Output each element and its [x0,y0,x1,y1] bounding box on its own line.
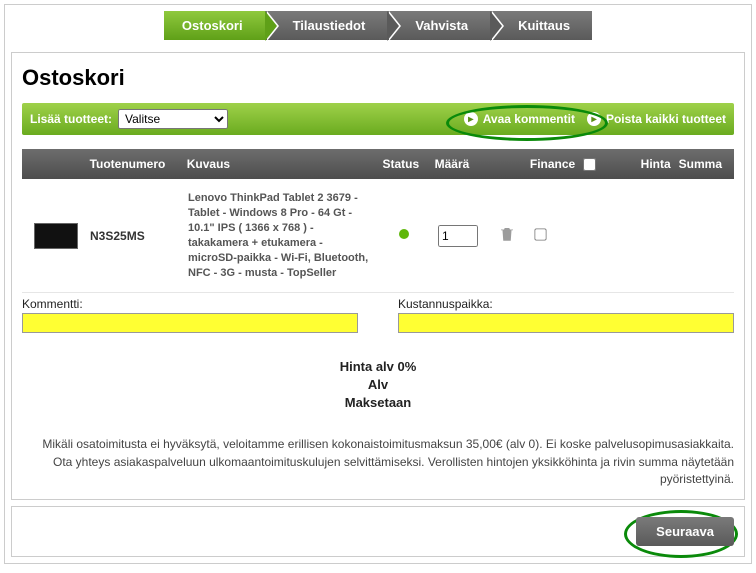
comment-label: Kommentti: [22,297,83,311]
costcenter-input[interactable] [398,313,734,333]
header-qty: Määrä [431,155,491,173]
remove-all-label: Poista kaikki tuotteet [606,112,726,126]
row-price [610,234,680,238]
arrow-right-icon: ▸ [464,112,478,126]
next-button[interactable]: Seuraava [636,517,734,546]
quantity-input[interactable] [438,225,478,247]
step-confirm[interactable]: Vahvista [387,11,490,40]
progress-steps: Ostoskori Tilaustiedot Vahvista Kuittaus [5,5,751,46]
header-sum: Summa [675,155,726,173]
product-thumbnail [34,223,78,249]
finance-all-checkbox[interactable] [583,158,596,171]
total-ex-vat: Hinta alv 0% [22,359,734,374]
status-indicator-icon [399,229,409,239]
comments-row: Kommentti: Kustannuspaikka: [22,297,734,333]
remove-all-link[interactable]: ▸ Poista kaikki tuotteet [587,112,726,126]
add-products-label: Lisää tuotteet: [30,112,112,126]
footer-bar: Seuraava [11,506,745,557]
disclaimer-text: Mikäli osatoimitusta ei hyväksytä, veloi… [22,436,734,488]
trash-icon[interactable] [498,224,516,244]
totals-block: Hinta alv 0% Alv Maksetaan [22,359,734,410]
comment-input[interactable] [22,313,358,333]
product-sku: N3S25MS [86,227,184,245]
action-bar: Lisää tuotteet: Valitse ▸ Avaa kommentit… [22,103,734,135]
total-payable: Maksetaan [22,395,734,410]
open-comments-link[interactable]: ▸ Avaa kommentit [464,112,575,126]
add-products-select[interactable]: Valitse [118,109,228,129]
header-finance: Finance [526,155,605,173]
total-vat: Alv [22,377,734,392]
page-title: Ostoskori [22,65,734,91]
table-row: N3S25MS Lenovo ThinkPad Tablet 2 3679 - … [22,179,734,293]
arrow-right-icon: ▸ [587,112,601,126]
step-orderinfo[interactable]: Tilaustiedot [265,11,388,40]
header-desc: Kuvaus [183,155,371,173]
product-description: Lenovo ThinkPad Tablet 2 3679 - Tablet -… [184,189,374,282]
finance-row-checkbox[interactable] [534,228,546,240]
step-cart[interactable]: Ostoskori [164,11,265,40]
costcenter-label: Kustannuspaikka: [398,297,493,311]
step-receipt[interactable]: Kuittaus [490,11,592,40]
table-header: Tuotenumero Kuvaus Status Määrä Finance … [22,149,734,179]
header-status: Status [371,155,431,173]
row-sum [680,234,726,238]
header-price: Hinta [605,155,674,173]
open-comments-label: Avaa kommentit [483,112,575,126]
header-sku: Tuotenumero [86,155,183,173]
